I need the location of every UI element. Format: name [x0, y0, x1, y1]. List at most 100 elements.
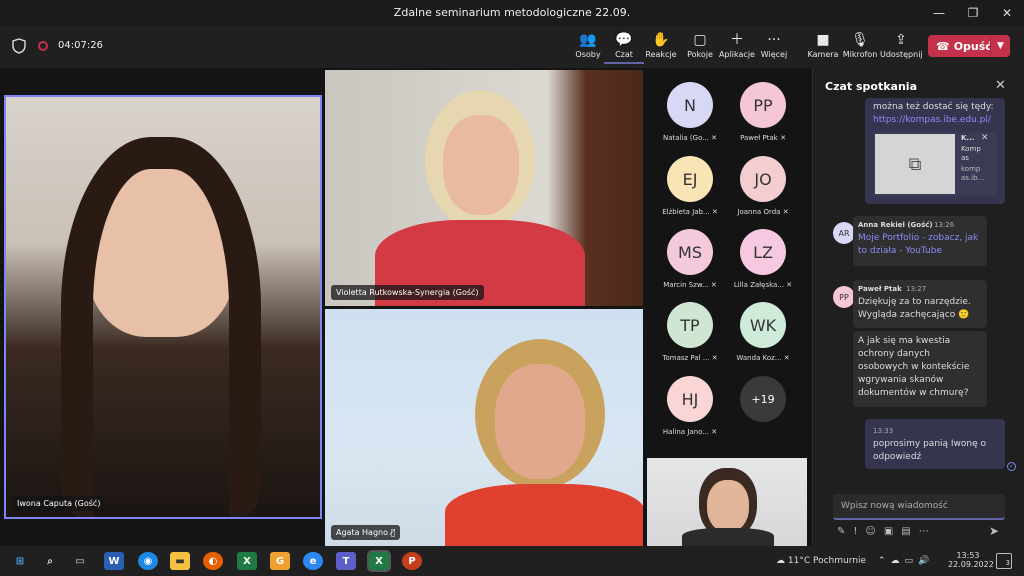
avatar: N — [667, 82, 713, 128]
people-button[interactable]: 👥 Osoby — [568, 32, 608, 59]
more-participants-button[interactable]: +19 — [728, 376, 798, 422]
mic-off-icon: ✕ — [780, 134, 786, 142]
excel-active-icon[interactable]: X — [367, 550, 391, 572]
maximize-button[interactable]: ❐ — [956, 0, 990, 26]
message-link[interactable]: https://kompas.ibe.edu.pl/ — [873, 114, 991, 127]
firefox-icon[interactable]: ◐ — [203, 552, 223, 570]
message-text: można też dostać się tędy: — [873, 102, 994, 112]
camera-icon: ■ — [816, 32, 830, 48]
link-preview-icon: ⧉ — [875, 134, 955, 194]
participant-tile[interactable]: N Natalia (Go... ✕ — [655, 82, 725, 142]
phone-icon: ☎ — [936, 39, 950, 53]
title-bar: Zdalne seminarium metodologiczne 22.09. … — [0, 0, 1024, 26]
participant-name: Marcin Szw... ✕ — [663, 281, 717, 289]
powerpoint-icon[interactable]: P — [402, 552, 422, 570]
tray-icons[interactable]: ⌃☁▭🔊 — [878, 556, 934, 566]
avatar: PP — [740, 82, 786, 128]
participant-hair — [61, 137, 261, 517]
participant-jacket — [445, 484, 643, 546]
participant-face — [443, 115, 519, 215]
avatar: MS — [667, 229, 713, 275]
people-icon: 👥 — [579, 32, 597, 48]
browser-icon[interactable]: ◉ — [138, 552, 158, 570]
edge-icon[interactable]: e — [303, 552, 323, 570]
main-video-tile[interactable]: Iwona Caputa (Gość) — [4, 95, 322, 519]
avatar: LZ — [740, 229, 786, 275]
link-preview-card[interactable]: ⧉ K... ✕ Komp as komp as.ib... — [873, 132, 997, 196]
participant-tile[interactable]: JO Joanna Orda ✕ — [728, 156, 798, 216]
message-author: Anna Rekiel (Gość) — [858, 221, 933, 229]
app-icon[interactable]: G — [270, 552, 290, 570]
clock-date: 22.09.2022 — [948, 560, 994, 569]
video-tile-agata[interactable]: Agata Hagno 🎙̸ — [325, 309, 643, 546]
more-button[interactable]: ··· Więcej — [754, 32, 794, 59]
send-icon[interactable]: ➤ — [989, 524, 999, 538]
message-text: Dziękuję za to narzędzie. Wygląda zachęc… — [858, 297, 971, 320]
participant-tile[interactable]: MS Marcin Szw... ✕ — [655, 229, 725, 289]
message-time: 13:33 — [873, 427, 894, 435]
task-view-icon[interactable]: ▭ — [70, 552, 90, 570]
reactions-button[interactable]: ✋ Reakcje — [641, 32, 681, 59]
windows-start-icon[interactable]: ⊞ — [10, 552, 30, 570]
chat-message-own: można też dostać się tędy: https://kompa… — [865, 98, 1005, 204]
share-button[interactable]: ⇪ Udostępnij — [880, 32, 923, 59]
weather-widget[interactable]: ☁ 11°C Pochmurnie — [776, 556, 866, 566]
participant-tile[interactable]: PP Paweł Ptak ✕ — [728, 82, 798, 142]
dismiss-preview-icon[interactable]: ✕ — [981, 132, 989, 145]
clock-time: 13:53 — [956, 551, 980, 560]
leave-button[interactable]: ☎ Opuść ▼ — [928, 35, 1010, 57]
search-icon[interactable]: ⌕ — [40, 552, 60, 570]
close-window-button[interactable]: ✕ — [990, 0, 1024, 26]
mic-off-icon: ✕ — [711, 428, 718, 436]
format-icons[interactable]: ✎!☺▣▤⋯ — [837, 526, 937, 537]
apps-button[interactable]: ＋ Aplikacje — [717, 32, 757, 59]
camera-button[interactable]: ■ Kamera — [803, 32, 843, 59]
participant-tile[interactable]: EJ Elżbieta Jab... ✕ — [655, 156, 725, 216]
chevron-down-icon[interactable]: ▼ — [990, 35, 1010, 57]
message-input[interactable]: Wpisz nową wiadomość — [833, 494, 1005, 520]
folder-icon[interactable]: ▬ — [170, 552, 190, 570]
share-icon: ⇪ — [895, 32, 907, 48]
mic-off-icon: ✕ — [711, 134, 718, 142]
mic-off-icon: ✕ — [710, 281, 717, 289]
mic-off-icon: ✕ — [783, 354, 790, 362]
participant-tile[interactable]: WK Wanda Koz... ✕ — [728, 302, 798, 362]
chat-button[interactable]: 💬 Czat — [604, 32, 644, 64]
chat-icon: 💬 — [615, 32, 633, 48]
participant-name: Tomasz Pal ... ✕ — [662, 354, 718, 362]
clock[interactable]: 13:53 22.09.2022 — [948, 551, 994, 569]
minimize-button[interactable]: — — [922, 0, 956, 26]
participant-name: Halina Jano... ✕ — [662, 428, 718, 436]
microphone-button[interactable]: 🎙 Mikrofon — [840, 32, 880, 59]
participant-tile[interactable]: LZ Lilla Załęska... ✕ — [728, 229, 798, 289]
message-time: 13:26 — [934, 221, 955, 229]
participant-tile[interactable]: TP Tomasz Pal ... ✕ — [655, 302, 725, 362]
more-participants-count: +19 — [740, 376, 786, 422]
avatar: TP — [667, 302, 713, 348]
participant-name: Natalia (Go... ✕ — [662, 134, 718, 142]
word-icon[interactable]: W — [104, 552, 124, 570]
video-name-label: Iwona Caputa (Gość) — [12, 496, 106, 511]
teams-icon[interactable]: T — [336, 552, 356, 570]
preview-line: as.ib... — [961, 174, 985, 182]
chat-title: Czat spotkania — [825, 80, 917, 93]
video-name-label: Agata Hagno 🎙̸ — [331, 525, 401, 540]
rooms-button[interactable]: ▢ Pokoje — [680, 32, 720, 59]
excel-icon[interactable]: X — [237, 552, 257, 570]
participant-name: Lilla Załęska... ✕ — [733, 281, 793, 289]
self-video-tile[interactable] — [647, 458, 807, 546]
avatar: JO — [740, 156, 786, 202]
preview-line: komp — [961, 165, 981, 173]
more-icon: ··· — [767, 32, 781, 48]
notifications-icon[interactable]: 3 — [996, 553, 1012, 569]
message-link[interactable]: Moje Portfolio - zobacz, jak to działa -… — [858, 232, 982, 258]
video-tile-violetta[interactable]: Violetta Rutkowska-Synergia (Gość) — [325, 70, 643, 306]
mic-off-icon: ✕ — [786, 281, 793, 289]
message-author: Paweł Ptak — [858, 285, 902, 293]
preview-title: K... — [961, 134, 975, 142]
participant-name: Joanna Orda ✕ — [737, 208, 789, 216]
avatar: WK — [740, 302, 786, 348]
preview-line: Komp — [961, 145, 981, 153]
close-icon[interactable]: ✕ — [995, 78, 1006, 93]
participant-tile[interactable]: HJ Halina Jano... ✕ — [655, 376, 725, 436]
